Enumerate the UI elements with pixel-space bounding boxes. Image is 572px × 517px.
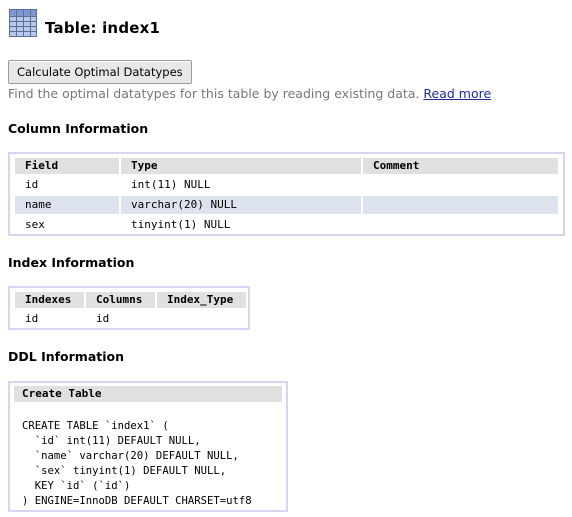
cell-type: tinyint(1) NULL [131, 218, 231, 231]
column-header-field: Field [15, 158, 119, 174]
column-information-title: Column Information [8, 121, 149, 136]
index-header-type: Index_Type [157, 292, 246, 308]
hint-label: Find the optimal datatypes for this tabl… [8, 86, 420, 101]
cell-comment [363, 196, 558, 214]
cell-field: sex [25, 218, 45, 231]
index-table: Indexes Columns Index_Type id id [13, 290, 248, 330]
cell-columns: id [96, 312, 110, 325]
cell-field: id [25, 178, 39, 191]
read-more-link[interactable]: Read more [423, 86, 491, 101]
cell-type: int(11) NULL [131, 178, 211, 191]
column-information-box: Field Type Comment id int(11) NULL name … [8, 152, 565, 236]
table-row: id id [15, 310, 246, 328]
index-header-indexes: Indexes [15, 292, 84, 308]
ddl-statement: CREATE TABLE `index1` ( `id` int(11) DEF… [22, 420, 252, 507]
ddl-header: Create Table [14, 386, 282, 402]
cell-index-type [157, 310, 246, 328]
cell-indexes: id [25, 312, 39, 325]
column-table: Field Type Comment id int(11) NULL name … [13, 156, 560, 236]
index-information-title: Index Information [8, 255, 135, 270]
cell-type: varchar(20) NULL [121, 196, 361, 214]
column-header-type: Type [121, 158, 361, 174]
index-header-columns: Columns [86, 292, 155, 308]
ddl-information-title: DDL Information [8, 349, 125, 364]
index-information-box: Indexes Columns Index_Type id id [8, 286, 250, 330]
ddl-information-box: Create Table CREATE TABLE `index1` ( `id… [8, 381, 288, 512]
table-row: id int(11) NULL [15, 176, 558, 194]
cell-comment [363, 216, 558, 234]
column-header-comment: Comment [363, 158, 558, 174]
page-title: Table: index1 [45, 19, 161, 37]
cell-comment [363, 176, 558, 194]
cell-field: name [15, 196, 119, 214]
table-row: name varchar(20) NULL [15, 196, 558, 214]
calculate-optimal-datatypes-button[interactable]: Calculate Optimal Datatypes [8, 60, 192, 84]
hint-text: Find the optimal datatypes for this tabl… [8, 86, 491, 101]
table-row: sex tinyint(1) NULL [15, 216, 558, 234]
table-grid-icon [9, 9, 37, 37]
page-header: Table: index1 [9, 6, 160, 40]
